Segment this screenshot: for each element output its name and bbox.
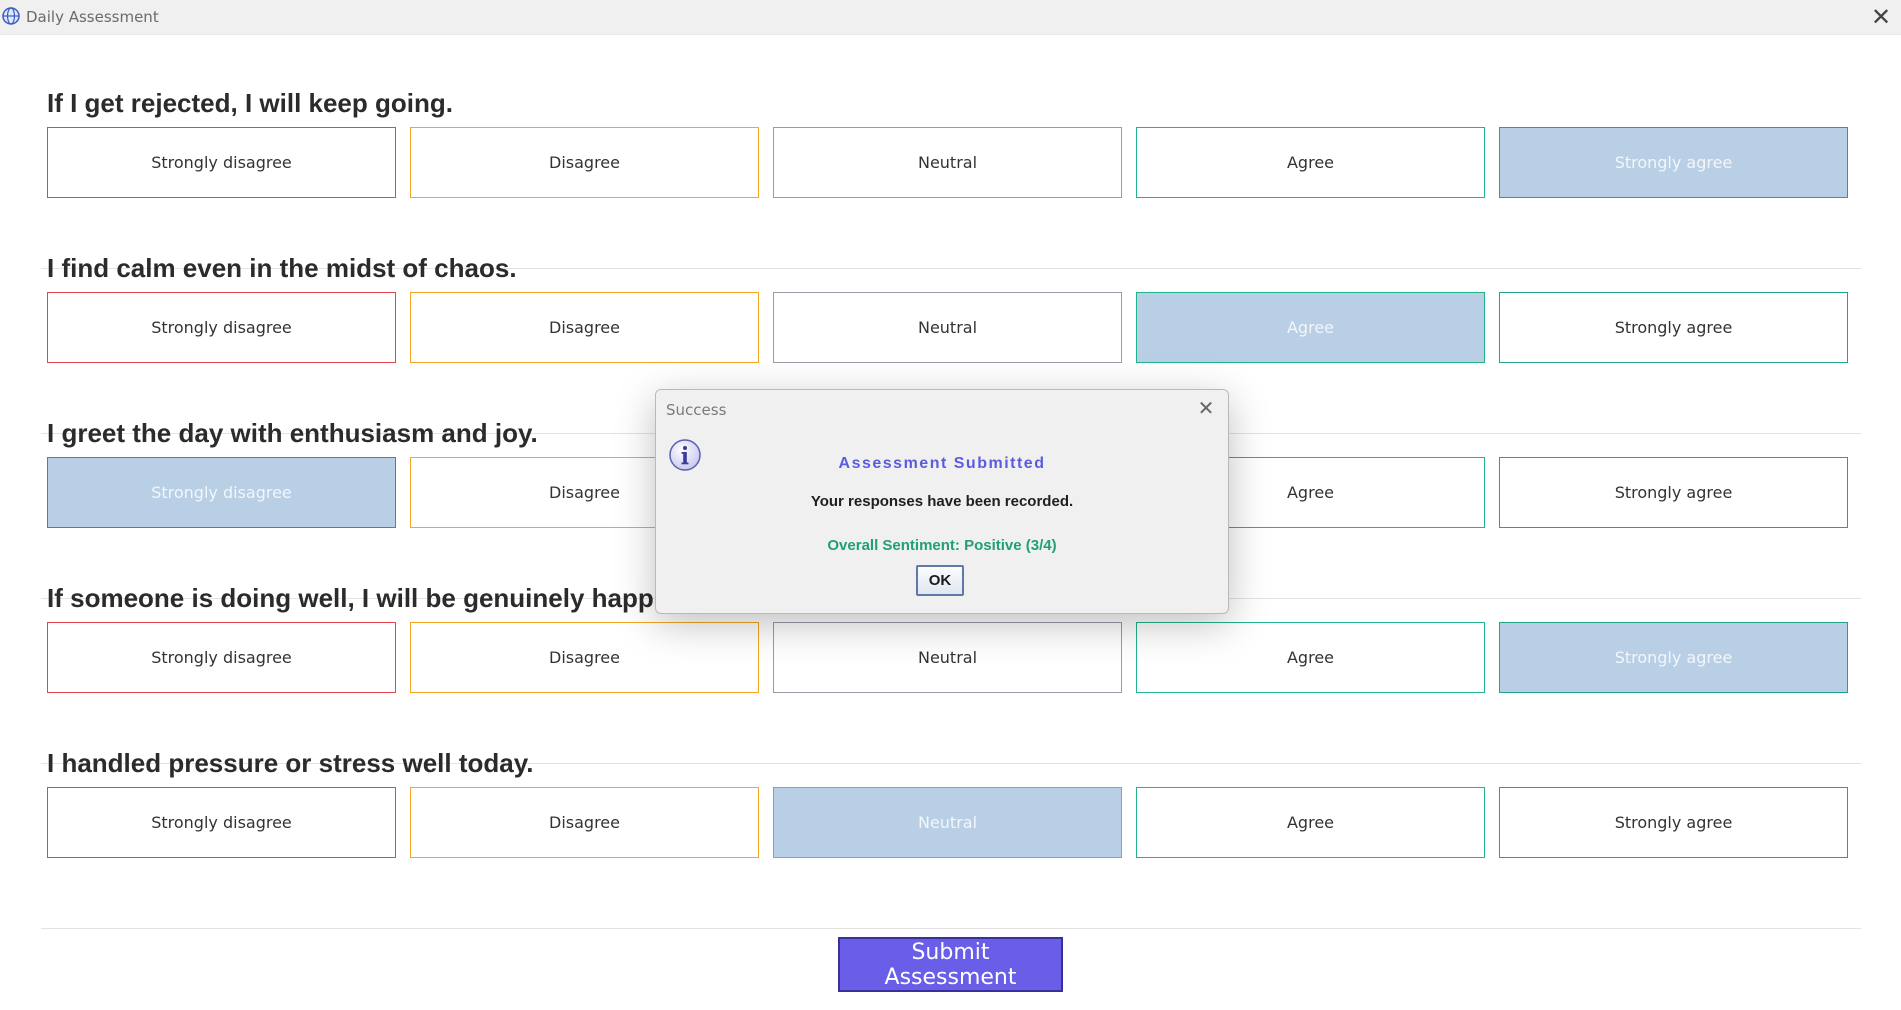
divider (41, 928, 1861, 929)
option-neutral-button[interactable]: Neutral (773, 127, 1122, 198)
success-dialog: Success ✕ Assessment Submitted Your resp… (655, 389, 1229, 614)
answer-options: Strongly disagreeDisagreeNeutralAgreeStr… (47, 787, 1853, 859)
answer-options: Strongly disagreeDisagreeNeutralAgreeStr… (47, 622, 1853, 694)
window-close-button[interactable]: ✕ (1861, 0, 1901, 34)
option-strongly-agree-button[interactable]: Strongly agree (1499, 622, 1848, 693)
option-disagree-button[interactable]: Disagree (410, 292, 759, 363)
question-text: If someone is doing well, I will be genu… (47, 583, 654, 613)
option-agree-button[interactable]: Agree (1136, 292, 1485, 363)
globe-icon (2, 7, 20, 25)
question-1: If I get rejected, I will keep going. Str… (41, 88, 1861, 269)
answer-options: Strongly disagreeDisagreeNeutralAgreeStr… (47, 292, 1853, 364)
window-titlebar: Daily Assessment ✕ (0, 0, 1901, 35)
dialog-titlebar: Success ✕ (656, 390, 1228, 428)
option-strongly-disagree-button[interactable]: Strongly disagree (47, 457, 396, 528)
option-neutral-button[interactable]: Neutral (773, 787, 1122, 858)
answer-options: Strongly disagreeDisagreeNeutralAgreeStr… (47, 127, 1853, 199)
dialog-title: Success (666, 401, 727, 419)
option-disagree-button[interactable]: Disagree (410, 622, 759, 693)
option-disagree-button[interactable]: Disagree (410, 787, 759, 858)
window-title: Daily Assessment (26, 8, 159, 26)
question-5: I handled pressure or stress well today.… (41, 748, 1861, 929)
option-strongly-disagree-button[interactable]: Strongly disagree (47, 622, 396, 693)
close-icon: ✕ (1870, 3, 1892, 31)
option-strongly-agree-button[interactable]: Strongly agree (1499, 787, 1848, 858)
option-strongly-agree-button[interactable]: Strongly agree (1499, 457, 1848, 528)
close-icon: ✕ (1197, 396, 1215, 420)
submit-assessment-button[interactable]: Submit Assessment (838, 937, 1063, 992)
option-agree-button[interactable]: Agree (1136, 787, 1485, 858)
option-strongly-disagree-button[interactable]: Strongly disagree (47, 127, 396, 198)
ok-button[interactable]: OK (916, 565, 964, 596)
dialog-close-button[interactable]: ✕ (1194, 396, 1218, 420)
option-agree-button[interactable]: Agree (1136, 127, 1485, 198)
option-strongly-agree-button[interactable]: Strongly agree (1499, 292, 1848, 363)
option-strongly-agree-button[interactable]: Strongly agree (1499, 127, 1848, 198)
option-disagree-button[interactable]: Disagree (410, 127, 759, 198)
option-neutral-button[interactable]: Neutral (773, 622, 1122, 693)
option-neutral-button[interactable]: Neutral (773, 292, 1122, 363)
option-strongly-disagree-button[interactable]: Strongly disagree (47, 787, 396, 858)
option-strongly-disagree-button[interactable]: Strongly disagree (47, 292, 396, 363)
dialog-message: Your responses have been recorded. (810, 493, 1074, 510)
question-text: I find calm even in the midst of chaos. (47, 253, 517, 283)
dialog-heading: Assessment Submitted (838, 455, 1046, 472)
question-text: I greet the day with enthusiasm and joy. (47, 418, 538, 448)
question-text: I handled pressure or stress well today. (47, 748, 534, 778)
dialog-sentiment: Overall Sentiment: Positive (3/4) (827, 537, 1057, 554)
option-agree-button[interactable]: Agree (1136, 622, 1485, 693)
question-text: If I get rejected, I will keep going. (47, 88, 453, 118)
